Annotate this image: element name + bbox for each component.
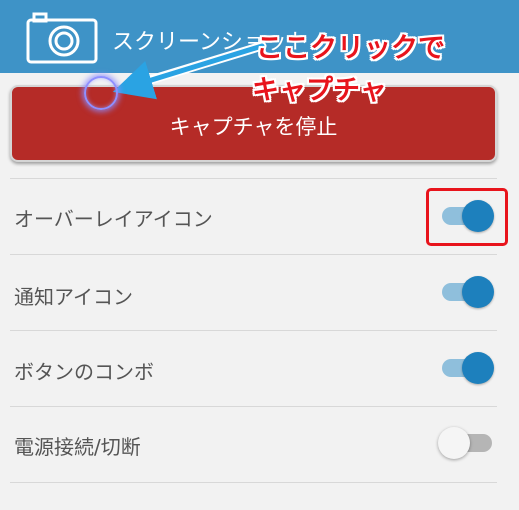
toggle-thumb <box>462 276 494 308</box>
power-connect-toggle[interactable] <box>438 425 496 461</box>
setting-label-power-connect: 電源接続/切断 <box>14 435 141 459</box>
callout-text-line2: キャプチャ <box>252 75 387 106</box>
toggle-thumb <box>462 352 494 384</box>
toggle-thumb <box>438 427 470 459</box>
divider <box>10 330 497 331</box>
setting-label-button-combo: ボタンのコンボ <box>14 360 154 384</box>
notification-icon-toggle[interactable] <box>442 274 496 310</box>
button-combo-toggle[interactable] <box>442 350 496 386</box>
setting-label-notification-icon: 通知アイコン <box>14 285 133 309</box>
divider <box>10 482 497 483</box>
overlay-capture-icon[interactable] <box>84 76 118 110</box>
highlight-box <box>426 188 508 246</box>
setting-label-overlay-icon: オーバーレイアイコン <box>14 207 213 231</box>
divider <box>10 254 497 255</box>
divider <box>10 406 497 407</box>
callout-text-line1: ここクリックで <box>256 33 445 64</box>
divider <box>10 178 497 179</box>
